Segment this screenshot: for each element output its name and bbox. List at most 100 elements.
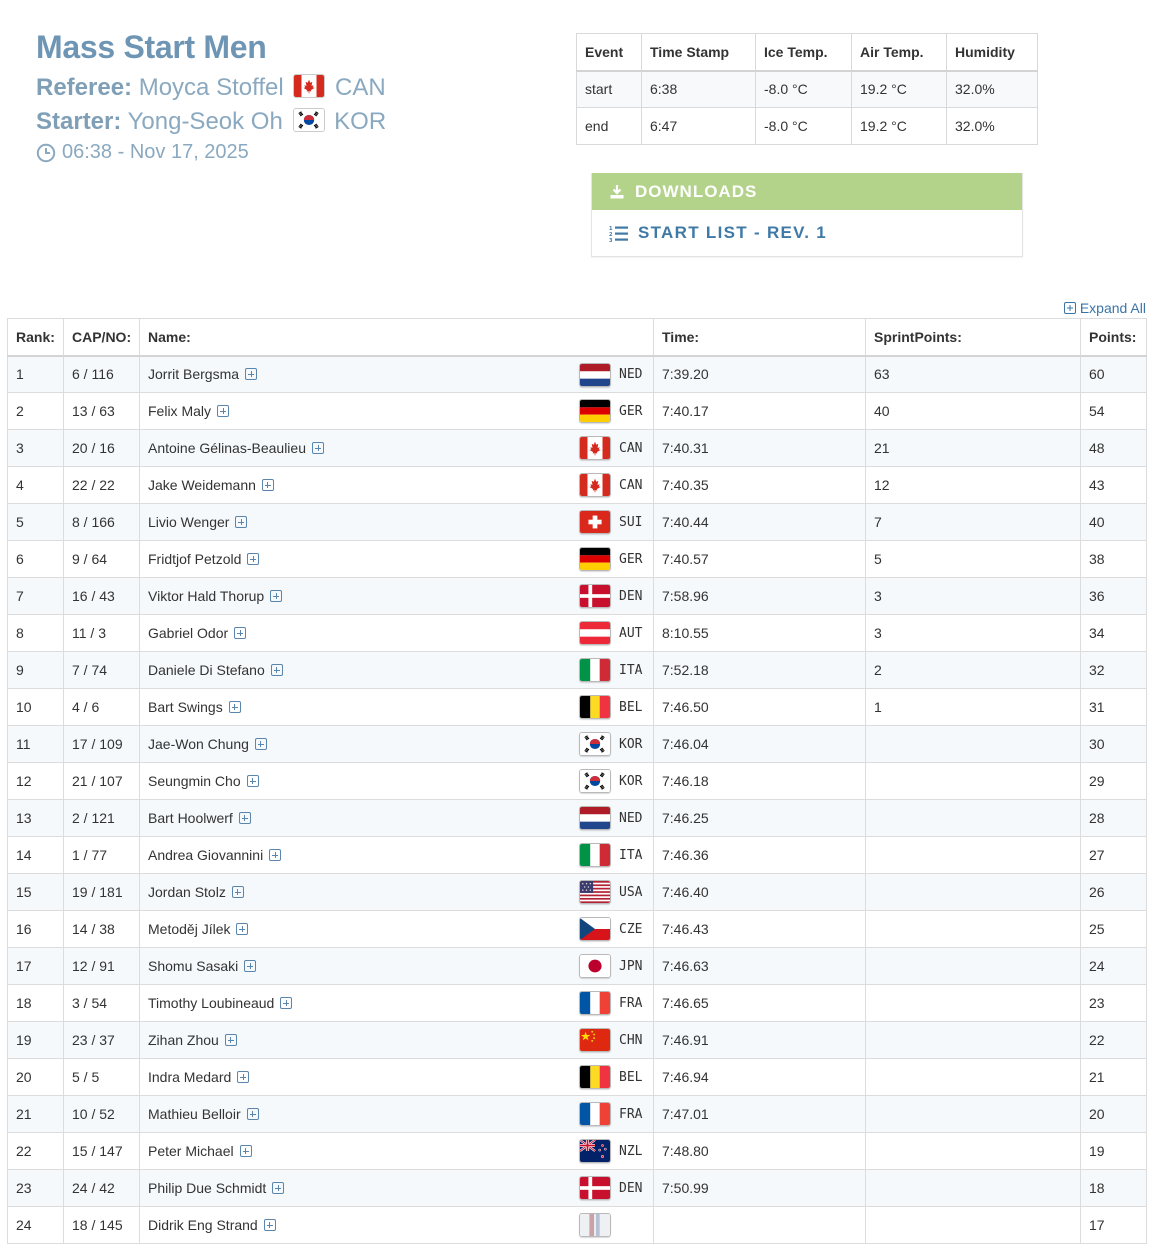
header-cap[interactable]: CAP/NO: (63, 318, 140, 357)
expand-row-icon[interactable] (244, 960, 257, 972)
table-row[interactable]: 8 11 / 3 Gabriel Odor AUT 8:10.55 3 34 (7, 614, 1147, 652)
table-row[interactable]: 12 21 / 107 Seungmin Cho KOR 7:46.18 29 (7, 762, 1147, 800)
points-cell: 34 (1080, 614, 1147, 652)
athlete-name[interactable]: Zihan Zhou (148, 1032, 219, 1048)
expand-row-icon[interactable] (263, 1219, 276, 1231)
expand-row-icon[interactable] (312, 442, 324, 454)
expand-row-icon[interactable] (261, 479, 274, 491)
table-row[interactable]: 15 19 / 181 Jordan Stolz USA 7:46.40 26 (7, 873, 1147, 911)
header-sprint[interactable]: SprintPoints: (865, 318, 1081, 357)
start-list-label: START LIST - REV. 1 (638, 223, 828, 242)
expand-row-icon[interactable] (238, 812, 251, 824)
expand-row-icon[interactable] (272, 1182, 285, 1194)
expand-row-icon[interactable] (245, 368, 258, 381)
athlete-name[interactable]: Metoděj Jílek (148, 921, 230, 937)
table-row[interactable]: 13 2 / 121 Bart Hoolwerf NED 7:46.25 28 (7, 799, 1147, 837)
expand-all-button[interactable]: Expand All (1063, 300, 1146, 316)
athlete-name[interactable]: Gabriel Odor (148, 625, 228, 641)
flag-icon (579, 954, 611, 978)
athlete-name[interactable]: Mathieu Belloir (148, 1106, 241, 1122)
header-points[interactable]: Points: (1080, 318, 1147, 357)
rank-cell: 1 (7, 355, 64, 393)
expand-row-icon[interactable] (246, 1108, 259, 1120)
nation-code: KOR (619, 773, 643, 789)
table-row[interactable]: 17 12 / 91 Shomu Sasaki JPN 7:46.63 24 (7, 947, 1147, 985)
table-row[interactable]: 3 20 / 16 Antoine Gélinas-Beaulieu CAN 7:40.… (7, 429, 1147, 467)
rank-cell: 8 (7, 614, 64, 652)
expand-row-icon[interactable] (280, 997, 293, 1009)
header-name[interactable]: Name: (139, 318, 654, 357)
points-cell: 54 (1080, 392, 1147, 430)
expand-row-icon[interactable] (270, 664, 283, 676)
nation-code: FRA (619, 995, 643, 1011)
athlete-name[interactable]: Daniele Di Stefano (148, 662, 265, 678)
athlete-name[interactable]: Livio Wenger (148, 514, 229, 530)
table-row[interactable]: 16 / 116 Jorrit Bergsma NED 7:39.20 63 60 (7, 355, 1147, 393)
expand-row-icon[interactable] (217, 405, 230, 417)
expand-row-icon[interactable] (235, 516, 248, 528)
table-row[interactable]: 19 23 / 37 Zihan Zhou CHN 7:46.91 22 (7, 1021, 1147, 1059)
table-row[interactable]: 23 24 / 42 Philip Due Schmidt DEN 7:50.99 18 (7, 1169, 1147, 1207)
flag-icon (579, 584, 611, 608)
expand-row-icon[interactable] (239, 1145, 252, 1157)
downloads-header[interactable]: DOWNLOADS (592, 173, 1022, 210)
athlete-name[interactable]: Shomu Sasaki (148, 958, 238, 974)
name-cell: Bart Hoolwerf NED (139, 799, 654, 837)
athlete-name[interactable]: Viktor Hald Thorup (148, 588, 264, 604)
table-row[interactable]: 14 1 / 77 Andrea Giovannini ITA 7:46.36 27 (7, 836, 1147, 874)
athlete-name[interactable]: Jordan Stolz (148, 884, 226, 900)
expand-row-icon[interactable] (270, 590, 283, 602)
athlete-name[interactable]: Bart Hoolwerf (148, 810, 233, 826)
sprint-points-cell (865, 725, 1081, 763)
table-row[interactable]: 97 / 74 Daniele Di Stefano ITA 7:52.18 2 32 (7, 651, 1147, 689)
expand-row-icon[interactable] (247, 553, 260, 565)
table-row[interactable]: 4 22 / 22 Jake Weidemann CAN 7:40.35 12 43 (7, 466, 1147, 504)
table-row[interactable]: 69 / 64 Fridtjof Petzold GER 7:40.57 5 38 (7, 540, 1147, 578)
header-rank[interactable]: Rank: (7, 318, 64, 357)
expand-row-icon[interactable] (246, 775, 259, 787)
athlete-name[interactable]: Jae-Won Chung (148, 736, 249, 752)
rank-cell: 7 (7, 577, 64, 615)
athlete-name[interactable]: Philip Due Schmidt (148, 1180, 266, 1196)
athlete-name[interactable]: Jake Weidemann (148, 477, 256, 493)
expand-row-icon[interactable] (254, 738, 267, 750)
athlete-name[interactable]: Peter Michael (148, 1143, 234, 1159)
expand-row-icon[interactable] (237, 1071, 250, 1083)
table-row[interactable]: 2 13 / 63 Felix Maly GER 7:40.17 40 54 (7, 392, 1147, 430)
nation: NED (579, 806, 645, 830)
sprint-points-cell: 63 (865, 355, 1081, 393)
table-row[interactable]: 11 17 / 109 Jae-Won Chung KOR 7:46.04 30 (7, 725, 1147, 763)
athlete-name[interactable]: Bart Swings (148, 699, 223, 715)
expand-row-icon[interactable] (234, 627, 247, 639)
athlete-name[interactable]: Felix Maly (148, 403, 211, 419)
name-cell: Timothy Loubineaud FRA (139, 984, 654, 1022)
header-time[interactable]: Time: (653, 318, 866, 357)
athlete-name[interactable]: Fridtjof Petzold (148, 551, 241, 567)
athlete-name[interactable]: Timothy Loubineaud (148, 995, 274, 1011)
expand-row-icon[interactable] (231, 886, 244, 898)
table-row[interactable]: 18 3 / 54 Timothy Loubineaud FRA 7:46.65 23 (7, 984, 1147, 1022)
table-row[interactable]: 20 5 / 5 Indra Medard BEL 7:46.94 21 (7, 1058, 1147, 1096)
athlete-name[interactable]: Seungmin Cho (148, 773, 241, 789)
start-list-link[interactable]: 1 2 3 START LIST - REV. 1 (592, 210, 1022, 256)
table-row[interactable]: 22 15 / 147 Peter Michael NZL 7:48.80 19 (7, 1132, 1147, 1170)
expand-row-icon[interactable] (236, 923, 249, 935)
athlete-name[interactable]: Jorrit Bergsma (148, 366, 239, 382)
table-row[interactable]: 21 10 / 52 Mathieu Belloir FRA 7:47.01 20 (7, 1095, 1147, 1133)
nation: FRA (579, 991, 645, 1015)
expand-row-icon[interactable] (269, 849, 282, 861)
table-row[interactable]: 7 16 / 43 Viktor Hald Thorup DEN 7:58.96 3 36 (7, 577, 1147, 615)
rank-cell: 4 (7, 466, 64, 504)
athlete-name[interactable]: Indra Medard (148, 1069, 231, 1085)
flag-icon (579, 1139, 611, 1163)
table-row[interactable]: 58 / 166 Livio Wenger SUI 7:40.44 7 40 (7, 503, 1147, 541)
expand-row-icon[interactable] (224, 1034, 237, 1046)
table-row[interactable]: 16 14 / 38 Metoděj Jílek CZE 7:46.43 25 (7, 910, 1147, 948)
expand-row-icon[interactable] (228, 701, 241, 713)
table-row[interactable]: 10 4 / 6 Bart Swings BEL 7:46.50 1 31 (7, 688, 1147, 726)
athlete-name[interactable]: Andrea Giovannini (148, 847, 263, 863)
rank-cell: 11 (7, 725, 64, 763)
athlete-name[interactable]: Antoine Gélinas-Beaulieu (148, 440, 306, 456)
athlete-name[interactable]: Didrik Eng Strand (148, 1217, 258, 1233)
table-row[interactable]: 24 18 / 145 Didrik Eng Strand 17 (7, 1206, 1147, 1244)
